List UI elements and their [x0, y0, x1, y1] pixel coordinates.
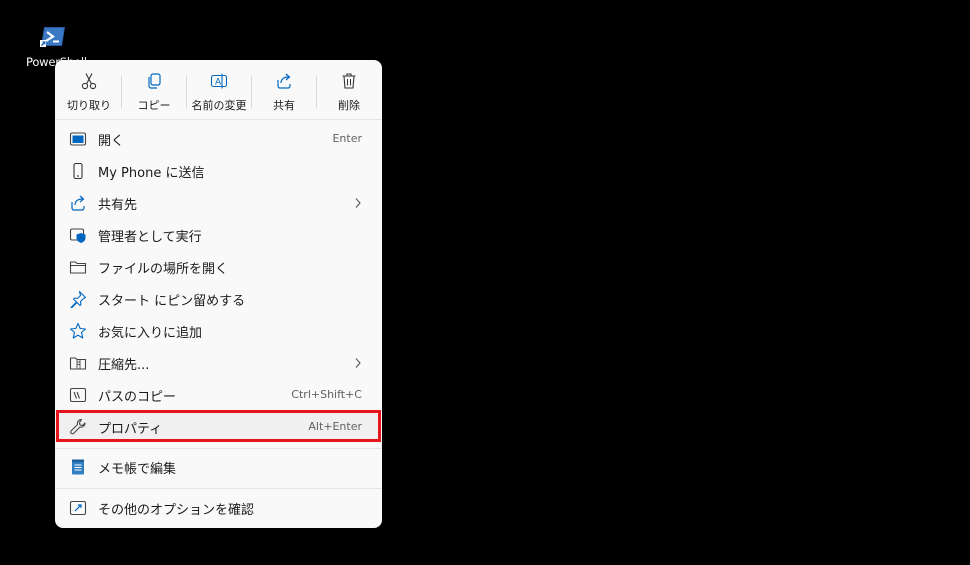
admin-shield-icon — [69, 228, 86, 243]
menu-divider — [55, 448, 382, 449]
rename-label: 名前の変更 — [191, 99, 247, 112]
scissors-icon — [81, 73, 97, 90]
rename-icon: A — [210, 73, 228, 89]
delete-label: 削除 — [338, 99, 360, 112]
copy-label: コピー — [137, 99, 171, 112]
menu-item-label: 圧縮先... — [98, 358, 150, 373]
share-button[interactable]: 共有 — [254, 68, 314, 114]
menu-item-open-file-location[interactable]: ファイルの場所を開く — [59, 252, 378, 282]
menu-item-label: メモ帳で編集 — [98, 462, 177, 477]
share-label: 共有 — [273, 99, 295, 112]
cut-label: 切り取り — [67, 99, 111, 112]
powershell-icon — [40, 27, 65, 47]
notepad-icon — [72, 459, 84, 475]
toolbar-divider — [316, 76, 317, 108]
shortcut-text: Ctrl+Shift+C — [291, 388, 362, 401]
menu-item-open[interactable]: 開く Enter — [59, 124, 378, 154]
trash-icon — [342, 73, 356, 89]
cut-button[interactable]: 切り取り — [59, 68, 119, 114]
zip-folder-icon — [69, 357, 87, 370]
menu-item-label: パスのコピー — [98, 390, 177, 405]
menu-item-compress-to[interactable]: 圧縮先... — [59, 348, 378, 378]
menu-item-label: プロパティ — [98, 422, 163, 437]
menu-item-share-to[interactable]: 共有先 — [59, 188, 378, 218]
toolbar-divider — [186, 76, 187, 108]
menu-item-properties[interactable]: プロパティ Alt+Enter — [59, 412, 378, 442]
menu-item-copy-as-path[interactable]: パスのコピー Ctrl+Shift+C — [59, 380, 378, 410]
menu-item-pin-to-start[interactable]: スタート にピン留めする — [59, 284, 378, 314]
toolbar-divider — [251, 76, 252, 108]
share-icon — [277, 73, 291, 89]
toolbar-divider — [121, 76, 122, 108]
share-icon — [71, 195, 85, 211]
open-window-icon — [69, 132, 87, 146]
context-toolbar: 切り取り コピー A 名前の変更 共有 削除 — [55, 60, 382, 119]
menu-item-label: ファイルの場所を開く — [98, 262, 229, 277]
menu-item-label: 共有先 — [98, 198, 138, 213]
menu-divider — [55, 488, 382, 489]
menu-item-add-to-favorites[interactable]: お気に入りに追加 — [59, 316, 378, 346]
menu-item-label: スタート にピン留めする — [98, 294, 246, 309]
copy-button[interactable]: コピー — [124, 68, 184, 114]
menu-item-run-as-admin[interactable]: 管理者として実行 — [59, 220, 378, 250]
svg-text:A: A — [215, 78, 222, 88]
desktop: PowerShell 切り取り コピー — [0, 0, 970, 565]
copy-icon — [148, 73, 161, 89]
chevron-right-icon — [355, 358, 361, 368]
star-icon — [69, 322, 87, 339]
menu-item-label: その他のオプションを確認 — [98, 503, 255, 518]
chevron-right-icon — [355, 198, 361, 208]
shortcut-text: Enter — [332, 132, 362, 145]
menu-item-label: 開く — [98, 134, 125, 149]
wrench-icon — [70, 418, 86, 435]
more-options-icon — [69, 500, 87, 516]
phone-icon — [73, 162, 83, 180]
menu-item-show-more-options[interactable]: その他のオプションを確認 — [59, 493, 378, 523]
context-menu: 切り取り コピー A 名前の変更 共有 削除 開く Enter My Phone… — [55, 60, 382, 528]
menu-divider — [55, 119, 382, 120]
pin-icon — [70, 290, 87, 308]
menu-item-label: My Phone に送信 — [98, 166, 205, 181]
menu-item-label: お気に入りに追加 — [98, 326, 203, 341]
shortcut-text: Alt+Enter — [308, 420, 362, 433]
menu-item-label: 管理者として実行 — [98, 230, 202, 245]
delete-button[interactable]: 削除 — [319, 68, 379, 114]
menu-item-send-to-phone[interactable]: My Phone に送信 — [59, 156, 378, 186]
rename-button[interactable]: A 名前の変更 — [189, 68, 249, 114]
folder-icon — [69, 261, 87, 274]
copy-path-icon — [69, 387, 87, 403]
menu-item-edit-in-notepad[interactable]: メモ帳で編集 — [59, 452, 378, 482]
